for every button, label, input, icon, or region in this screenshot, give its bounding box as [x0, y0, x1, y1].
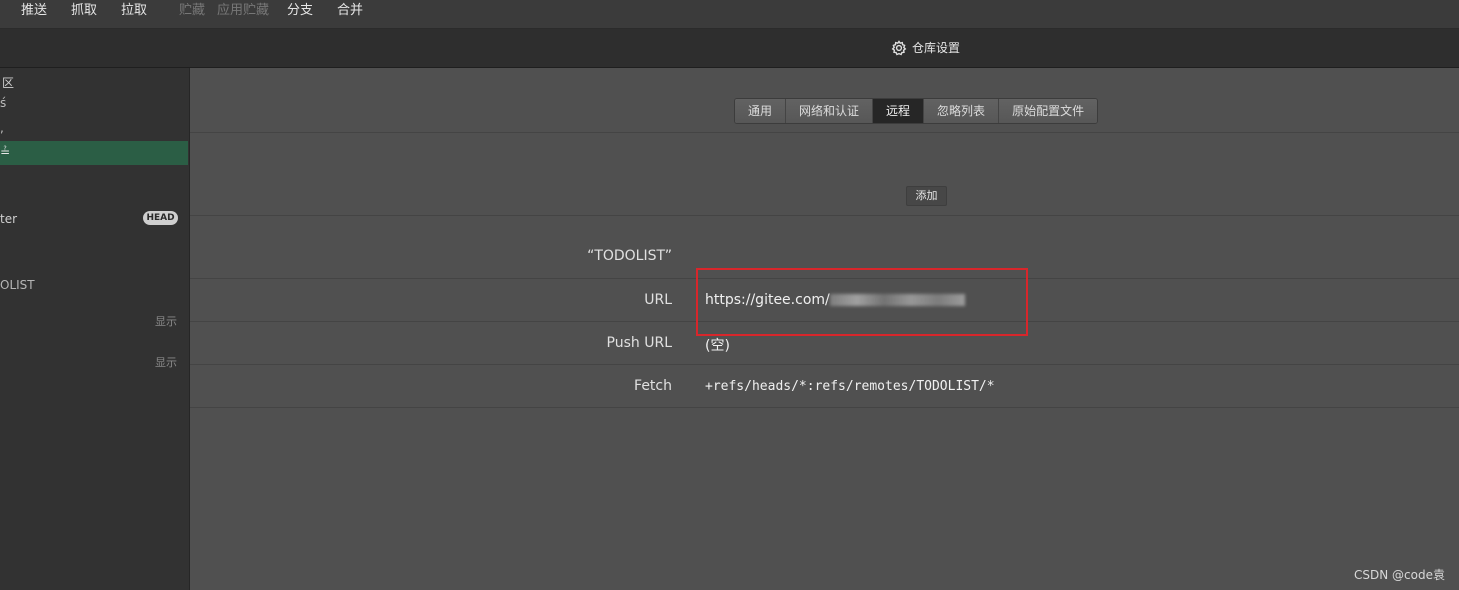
merge-button[interactable]: 合并 — [337, 0, 363, 22]
push-button[interactable]: 推送 — [21, 0, 47, 22]
divider — [190, 132, 1459, 133]
tab-ignore-list[interactable]: 忽略列表 — [924, 99, 1000, 123]
sidebar-item-branch-master[interactable]: ter — [0, 212, 17, 226]
tab-network-auth[interactable]: 网络和认证 — [786, 99, 874, 123]
sidebar-item-fragment: ⁠⁠ś — [0, 96, 7, 110]
fetch-value[interactable]: +refs/heads/*:refs/remotes/TODOLIST/* — [705, 379, 995, 394]
sidebar-show-link-2[interactable]: 显示 — [155, 354, 177, 370]
add-remote-button[interactable]: 添加 — [906, 186, 947, 206]
apply-stash-button[interactable]: 应用贮藏 — [217, 0, 269, 22]
gear-icon — [891, 39, 907, 55]
url-label: URL — [644, 292, 672, 308]
settings-tabs: 通用 网络和认证 远程 忽略列表 原始配置文件 — [734, 98, 1099, 124]
sidebar-item-selected-label: ⁠≟ — [0, 145, 11, 159]
tab-remotes[interactable]: 远程 — [873, 99, 925, 123]
push-url-label: Push URL — [606, 335, 672, 351]
tab-general[interactable]: 通用 — [735, 99, 787, 123]
divider — [190, 364, 1459, 365]
tab-raw-config[interactable]: 原始配置文件 — [999, 99, 1098, 123]
watermark: CSDN @code袁 — [1354, 568, 1445, 582]
pull-button[interactable]: 拉取 — [121, 0, 147, 22]
fetch-button[interactable]: 抓取 — [71, 0, 97, 22]
sidebar-item-remote[interactable]: OLIST — [0, 278, 35, 292]
settings-title: 仓库设置 — [891, 39, 960, 56]
sidebar-item-workspace[interactable]: 区 — [2, 74, 14, 91]
divider — [190, 215, 1459, 216]
settings-panel: 通用 网络和认证 远程 忽略列表 原始配置文件 添加 “TODOLIST” UR… — [190, 68, 1459, 590]
highlight-annotation-box — [696, 268, 1028, 336]
top-toolbar: 推送 抓取 拉取 贮藏 应用贮藏 分支 合并 — [0, 0, 1459, 29]
stash-button[interactable]: 贮藏 — [179, 0, 205, 22]
title-text: 仓库设置 — [912, 41, 961, 55]
head-badge: HEAD — [143, 211, 178, 225]
sidebar-item-fragment-2: , — [0, 121, 4, 135]
branch-button[interactable]: 分支 — [287, 0, 313, 22]
settings-titlebar: 仓库设置 — [0, 29, 1459, 68]
sidebar: 区 ⁠⁠ś , ⁠≟ ter HEAD OLIST 显示 显示 — [0, 68, 190, 590]
fetch-label: Fetch — [634, 378, 672, 394]
sidebar-item-selected[interactable]: ⁠≟ — [0, 141, 188, 165]
sidebar-show-link-1[interactable]: 显示 — [155, 313, 177, 329]
remote-name: “TODOLIST” — [587, 248, 672, 264]
divider — [190, 407, 1459, 408]
push-url-value[interactable]: (空) — [705, 335, 730, 355]
